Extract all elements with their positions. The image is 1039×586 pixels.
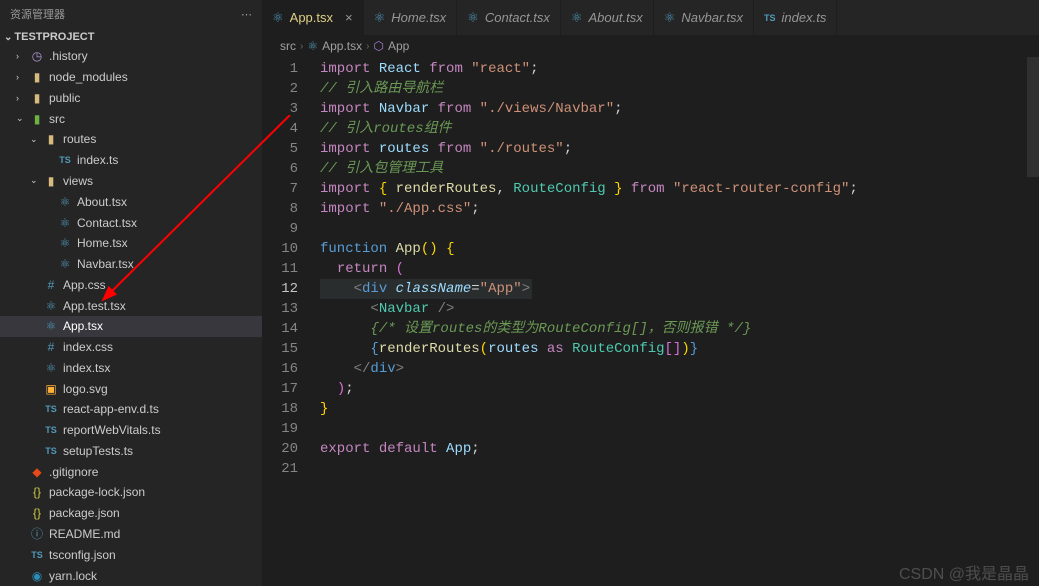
more-icon[interactable]: ⋯ xyxy=(241,8,252,21)
file-apptest[interactable]: ⚛App.test.tsx xyxy=(0,295,262,316)
line-gutter: 123456789101112131415161718192021 xyxy=(262,59,320,586)
file-yarnlock[interactable]: ◉yarn.lock xyxy=(0,565,262,586)
file-tsconfig[interactable]: TStsconfig.json xyxy=(0,544,262,565)
tab-indexts[interactable]: TSindex.ts xyxy=(754,0,837,35)
code-content[interactable]: import React from "react"; // 引入路由导航栏 im… xyxy=(320,59,1039,586)
tab-navbar[interactable]: ⚛Navbar.tsx xyxy=(654,0,754,35)
file-readme[interactable]: ⓘREADME.md xyxy=(0,524,262,545)
close-icon[interactable]: × xyxy=(345,10,353,25)
code-editor[interactable]: 123456789101112131415161718192021 import… xyxy=(262,57,1039,586)
minimap[interactable] xyxy=(1027,57,1039,586)
react-icon: ⚛ xyxy=(664,10,676,26)
minimap-thumb[interactable] xyxy=(1027,57,1039,177)
react-icon: ⚛ xyxy=(374,10,386,26)
file-about[interactable]: ⚛About.tsx xyxy=(0,191,262,212)
file-appcss[interactable]: #App.css xyxy=(0,274,262,295)
file-reportweb[interactable]: TSreportWebVitals.ts xyxy=(0,420,262,441)
project-header[interactable]: ⌄ TESTPROJECT xyxy=(0,28,262,46)
file-reactenv[interactable]: TSreact-app-env.d.ts xyxy=(0,399,262,420)
react-icon: ⚛ xyxy=(571,10,583,26)
tab-home[interactable]: ⚛Home.tsx xyxy=(364,0,458,35)
file-logo[interactable]: ▣logo.svg xyxy=(0,378,262,399)
file-contact[interactable]: ⚛Contact.tsx xyxy=(0,212,262,233)
react-icon: ⚛ xyxy=(467,10,479,26)
tab-about[interactable]: ⚛About.tsx xyxy=(561,0,654,35)
sidebar: 资源管理器 ⋯ ⌄ TESTPROJECT ›◷.history ›▮node_… xyxy=(0,0,262,586)
folder-public[interactable]: ›▮public xyxy=(0,88,262,109)
file-routes-index[interactable]: TSindex.ts xyxy=(0,150,262,171)
file-pkg[interactable]: {}package.json xyxy=(0,503,262,524)
file-setuptests[interactable]: TSsetupTests.ts xyxy=(0,441,262,462)
explorer-title: 资源管理器 xyxy=(10,6,65,22)
file-gitignore[interactable]: ◆.gitignore xyxy=(0,461,262,482)
file-pkglock[interactable]: {}package-lock.json xyxy=(0,482,262,503)
file-navbar[interactable]: ⚛Navbar.tsx xyxy=(0,254,262,275)
watermark: CSDN @我是晶晶 xyxy=(899,560,1029,584)
file-home[interactable]: ⚛Home.tsx xyxy=(0,233,262,254)
folder-node-modules[interactable]: ›▮node_modules xyxy=(0,67,262,88)
file-indextsx[interactable]: ⚛index.tsx xyxy=(0,357,262,378)
breadcrumb[interactable]: src› ⚛App.tsx› ⬡App xyxy=(262,35,1039,57)
folder-history[interactable]: ›◷.history xyxy=(0,46,262,67)
tab-apptsx[interactable]: ⚛App.tsx× xyxy=(262,0,364,35)
folder-views[interactable]: ⌄▮views xyxy=(0,171,262,192)
tab-bar: ⚛App.tsx× ⚛Home.tsx ⚛Contact.tsx ⚛About.… xyxy=(262,0,1039,35)
folder-routes[interactable]: ⌄▮routes xyxy=(0,129,262,150)
file-apptsx[interactable]: ⚛App.tsx xyxy=(0,316,262,337)
file-indexcss[interactable]: #index.css xyxy=(0,337,262,358)
folder-src[interactable]: ⌄▮src xyxy=(0,108,262,129)
react-icon: ⚛ xyxy=(272,10,284,26)
ts-icon: TS xyxy=(764,13,776,23)
tab-contact[interactable]: ⚛Contact.tsx xyxy=(457,0,561,35)
